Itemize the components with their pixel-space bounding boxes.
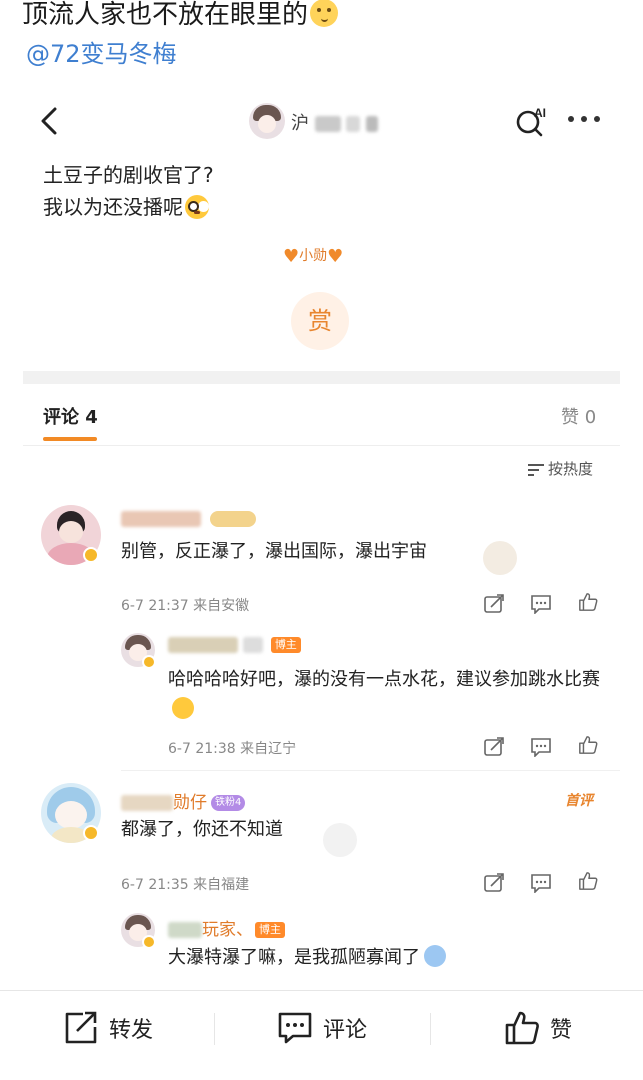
fan-badge [210,511,257,527]
author-name[interactable]: 沪 [291,109,379,135]
verified-badge-icon [142,935,156,949]
comment-text: 别管，反正瀑了，瀑出国际，瀑出宇宙 [121,541,427,562]
comment-icon[interactable] [530,594,552,614]
like-icon[interactable] [577,592,599,612]
comment-text: 都瀑了，你还不知道 [121,819,283,840]
reward-button[interactable]: 赏 [291,292,349,350]
commenter-nickname[interactable] [121,509,257,529]
laughing-emoji-icon [172,697,194,719]
comment-icon[interactable] [530,737,552,757]
ai-search-icon[interactable]: AI [515,105,549,137]
verified-badge-icon [83,825,99,841]
fan-badge: 铁粉4 [211,795,246,811]
svg-text:AI: AI [534,106,546,120]
like-icon[interactable] [577,871,599,891]
reply-nickname[interactable]: 博主 [168,635,301,655]
reply-meta: 6-7 21:38 来自辽宁 [168,741,297,757]
sticker-icon [323,823,357,857]
active-tab-indicator [43,437,97,441]
author-badge: 博主 [270,637,301,653]
repost-icon [65,1011,97,1044]
heart-icon: ♥ [283,245,300,267]
repost-icon[interactable] [483,594,505,614]
commenter-nickname[interactable]: 勋仔 铁粉4 [121,788,246,813]
reward-supporter: ♥小勋♥ [283,245,344,267]
repost-button[interactable]: 转发 [63,1011,153,1051]
bottom-separator [214,1013,215,1045]
back-arrow-icon[interactable] [37,105,61,137]
repost-icon[interactable] [483,873,505,893]
like-icon[interactable] [577,735,599,755]
sort-icon [528,463,544,476]
heart-icon: ♥ [327,245,344,267]
repost-icon[interactable] [483,737,505,757]
caption-text: 顶流人家也不放在眼里的 [22,0,309,30]
reply-nickname[interactable]: 玩家、 博主 [168,915,285,940]
verified-badge-icon [142,655,156,669]
author-avatar[interactable] [249,103,285,139]
like-button[interactable]: 赞 [504,1011,572,1051]
screaming-face-emoji-icon [424,945,446,967]
post-line-2: 我以为还没播呢 [43,195,183,219]
bottom-separator [430,1013,431,1045]
reply-text: 哈哈哈哈好吧，瀑的没有一点水花，建议参加跳水比赛 [168,665,608,725]
tab-divider [23,445,620,446]
comment-icon[interactable] [530,873,552,893]
verified-badge-icon [83,547,99,563]
first-comment-tag: 首评 [565,793,593,809]
shushing-face-emoji-icon [310,0,339,27]
like-icon [505,1011,539,1045]
comment-meta: 6-7 21:37 来自安徽 [121,598,250,614]
comment-icon [278,1012,312,1044]
post-body: 土豆子的剧收官了? 我以为还没播呢 [43,159,214,223]
sort-by-hot-button[interactable]: 按热度 [528,458,593,479]
mention-link[interactable]: @72变马冬梅 [26,34,177,69]
comment-meta: 6-7 21:35 来自福建 [121,877,250,893]
tab-comments[interactable]: 评论 4 [43,403,98,429]
section-divider [23,371,620,384]
comment-divider [121,770,620,771]
author-badge: 博主 [255,922,285,938]
embedded-screenshot: 沪 AI 土豆子的剧收官了? 我以为还没播呢 ♥小勋♥ 赏 评论 4 赞 0 按… [23,85,620,990]
bubble-tea-sticker-icon [483,541,517,575]
top-bar: 沪 AI [23,85,620,155]
tab-likes[interactable]: 赞 0 [561,403,596,429]
blurred-name [314,116,341,132]
reply-text: 大瀑特瀑了嘛，是我孤陋寡闻了 [168,943,446,973]
comment-button[interactable]: 评论 [277,1011,367,1051]
post-line-1: 土豆子的剧收官了? [43,163,214,187]
flushed-face-emoji-icon [185,194,209,219]
more-icon[interactable] [568,116,600,124]
bottom-action-bar: 转发 评论 赞 [0,990,643,1080]
